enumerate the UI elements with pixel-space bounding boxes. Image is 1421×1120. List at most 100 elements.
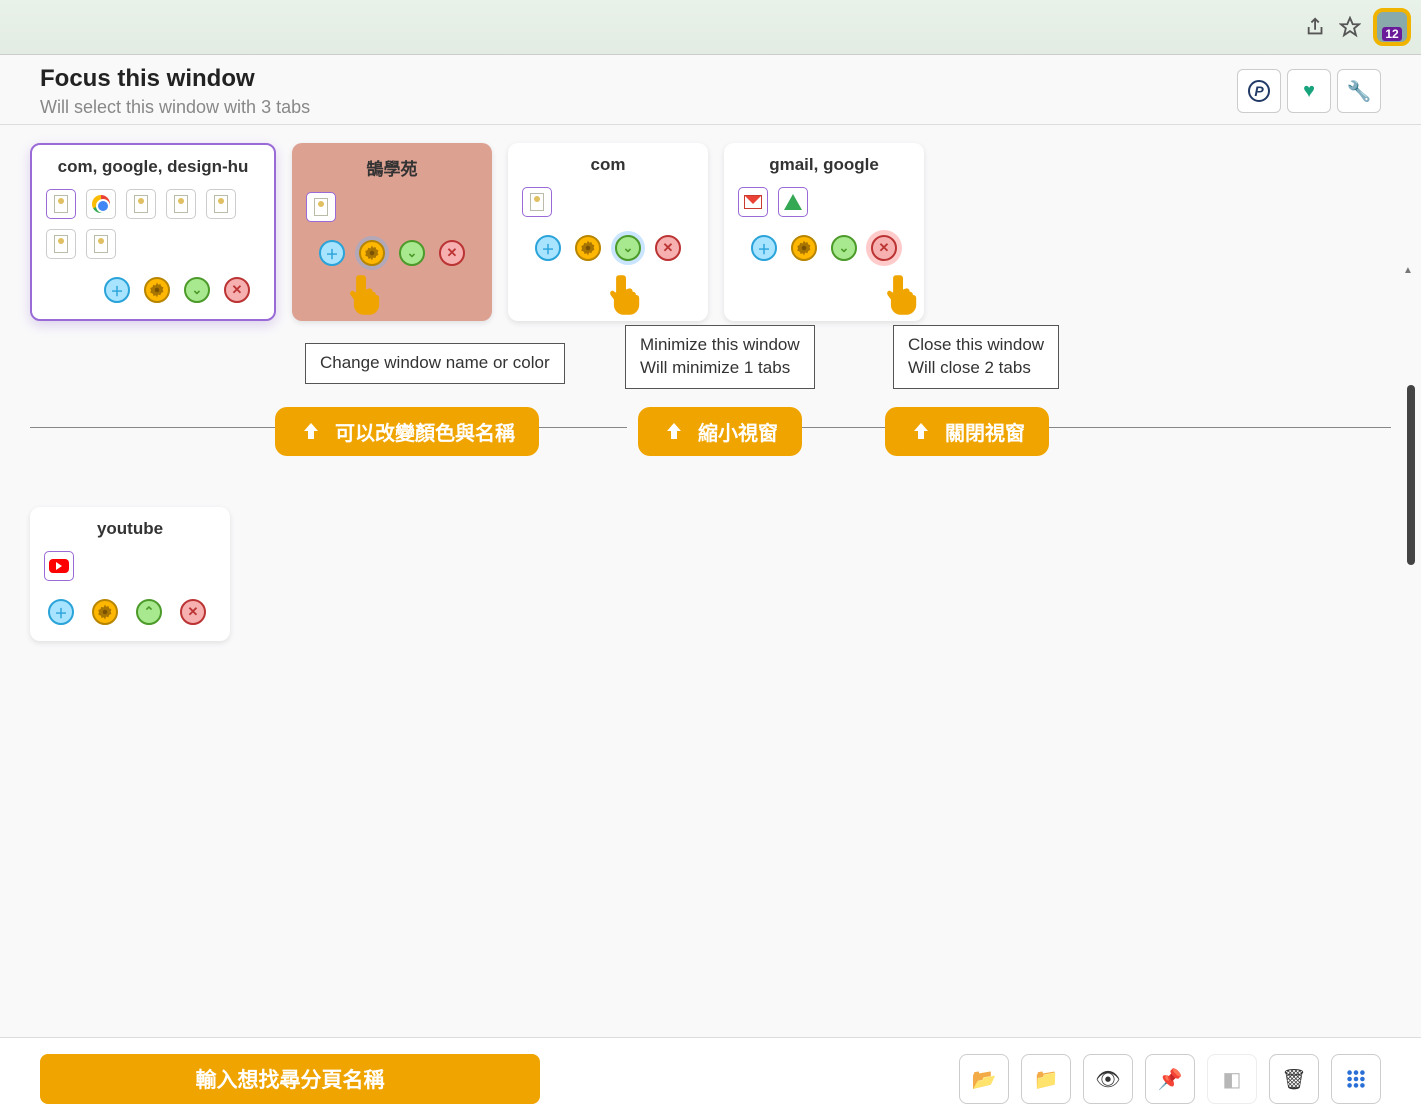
- browser-top-bar: 12: [0, 0, 1421, 55]
- export-button[interactable]: 📂: [959, 1054, 1009, 1104]
- pointer-hand-icon: [348, 273, 384, 317]
- close-window-button[interactable]: ✕: [871, 235, 897, 261]
- pointer-hand-icon: [885, 273, 921, 317]
- restore-window-button[interactable]: ⌃: [136, 599, 162, 625]
- tab-favicon[interactable]: [522, 187, 552, 217]
- minimize-window-button[interactable]: ⌄: [399, 240, 425, 266]
- window-card[interactable]: com, google, design-hu ＋ ⌄ ✕: [30, 143, 276, 321]
- open-windows-row: com, google, design-hu ＋ ⌄ ✕ 鵠學苑: [30, 143, 1391, 321]
- tooltip-line2: Will minimize 1 tabs: [640, 358, 790, 377]
- edit-window-button[interactable]: [359, 240, 385, 266]
- window-title: com: [522, 155, 694, 175]
- gear-icon: [96, 603, 114, 621]
- add-tab-button[interactable]: ＋: [48, 599, 74, 625]
- arrow-up-icon: [299, 420, 323, 444]
- tooltip-line1: Close this window: [908, 335, 1044, 354]
- scroll-up-icon[interactable]: ▲: [1403, 265, 1413, 276]
- minimize-window-button[interactable]: ⌄: [184, 277, 210, 303]
- edit-window-button[interactable]: [144, 277, 170, 303]
- tab-favicon[interactable]: [86, 229, 116, 259]
- grid-view-button[interactable]: [1331, 1054, 1381, 1104]
- close-window-button[interactable]: ✕: [439, 240, 465, 266]
- heart-icon: ♥: [1303, 80, 1315, 103]
- settings-button[interactable]: 🔧: [1337, 69, 1381, 113]
- tab-favicon[interactable]: [46, 229, 76, 259]
- add-tab-button[interactable]: ＋: [319, 240, 345, 266]
- import-button[interactable]: 📁: [1021, 1054, 1071, 1104]
- window-card-minimized[interactable]: youtube ＋ ⌃ ✕: [30, 507, 230, 641]
- tab-favicon[interactable]: [738, 187, 768, 217]
- tab-favicon[interactable]: [306, 192, 336, 222]
- panel-header: Focus this window Will select this windo…: [0, 55, 1421, 125]
- search-input[interactable]: 輸入想找尋分頁名稱: [40, 1054, 540, 1104]
- donate-button[interactable]: ♥: [1287, 69, 1331, 113]
- drive-icon: [784, 194, 802, 210]
- document-icon: [530, 193, 544, 211]
- scrollbar[interactable]: ▲: [1403, 265, 1417, 441]
- annotation-label: 縮小視窗: [698, 417, 778, 446]
- minimize-window-button[interactable]: ⌄: [831, 235, 857, 261]
- window-title: 鵠學苑: [306, 155, 478, 180]
- bookmark-star-icon[interactable]: [1339, 16, 1361, 38]
- tooltip-close-window: Close this window Will close 2 tabs: [893, 325, 1059, 389]
- window-actions: ＋ ⌃ ✕: [44, 599, 216, 625]
- extension-icon[interactable]: 12: [1373, 8, 1411, 46]
- tooltip-line2: Will close 2 tabs: [908, 358, 1031, 377]
- page-title: Focus this window: [40, 65, 310, 93]
- document-icon: [54, 195, 68, 213]
- folder-import-icon: 📁: [1034, 1067, 1059, 1092]
- trash-button[interactable]: 🗑: [1269, 1054, 1319, 1104]
- annotation-minimize: 縮小視窗: [638, 407, 802, 456]
- document-icon: [134, 195, 148, 213]
- paypal-icon: P: [1248, 80, 1270, 102]
- tabs-grid: [306, 192, 478, 222]
- folder-export-icon: 📂: [972, 1067, 997, 1092]
- tabs-grid: [44, 551, 216, 581]
- annotation-change: 可以改變顏色與名稱: [275, 407, 539, 456]
- close-window-button[interactable]: ✕: [180, 599, 206, 625]
- add-tab-button[interactable]: ＋: [751, 235, 777, 261]
- pin-button[interactable]: 📌: [1145, 1054, 1195, 1104]
- tab-favicon[interactable]: [778, 187, 808, 217]
- gear-icon: [363, 244, 381, 262]
- eye-icon: 👁: [1095, 1067, 1120, 1092]
- share-icon[interactable]: [1305, 16, 1327, 38]
- paypal-button[interactable]: P: [1237, 69, 1281, 113]
- tabs-grid: [46, 189, 260, 259]
- document-icon: [174, 195, 188, 213]
- minimized-windows-row: youtube ＋ ⌃ ✕: [30, 507, 1391, 641]
- grid-icon: [1345, 1068, 1367, 1090]
- close-window-button[interactable]: ✕: [224, 277, 250, 303]
- tab-favicon[interactable]: [206, 189, 236, 219]
- tab-favicon[interactable]: [126, 189, 156, 219]
- tabs-grid: [522, 187, 694, 217]
- window-card[interactable]: 鵠學苑 ＋ ⌄ ✕: [292, 143, 492, 321]
- tooltip-change-window: Change window name or color: [305, 343, 565, 384]
- close-window-button[interactable]: ✕: [655, 235, 681, 261]
- gear-icon: [579, 239, 597, 257]
- eraser-icon: ◧: [1223, 1067, 1242, 1092]
- tab-favicon[interactable]: [44, 551, 74, 581]
- tab-favicon[interactable]: [86, 189, 116, 219]
- window-title: youtube: [44, 519, 216, 539]
- edit-window-button[interactable]: [575, 235, 601, 261]
- document-icon: [214, 195, 228, 213]
- eraser-button[interactable]: ◧: [1207, 1054, 1257, 1104]
- annotation-close: 關閉視窗: [885, 407, 1049, 456]
- add-tab-button[interactable]: ＋: [104, 277, 130, 303]
- tab-favicon[interactable]: [46, 189, 76, 219]
- pin-icon: 📌: [1158, 1067, 1183, 1092]
- tab-favicon[interactable]: [166, 189, 196, 219]
- edit-window-button[interactable]: [92, 599, 118, 625]
- trash-icon: 🗑: [1281, 1067, 1306, 1092]
- add-tab-button[interactable]: ＋: [535, 235, 561, 261]
- youtube-icon: [49, 559, 69, 573]
- edit-window-button[interactable]: [791, 235, 817, 261]
- minimize-window-button[interactable]: ⌄: [615, 235, 641, 261]
- tabs-grid: [738, 187, 910, 217]
- annotation-label: 關閉視窗: [945, 417, 1025, 446]
- chrome-icon: [92, 195, 110, 213]
- scroll-thumb[interactable]: [1407, 385, 1415, 565]
- visibility-button[interactable]: 👁: [1083, 1054, 1133, 1104]
- main-area: com, google, design-hu ＋ ⌄ ✕ 鵠學苑: [0, 125, 1421, 641]
